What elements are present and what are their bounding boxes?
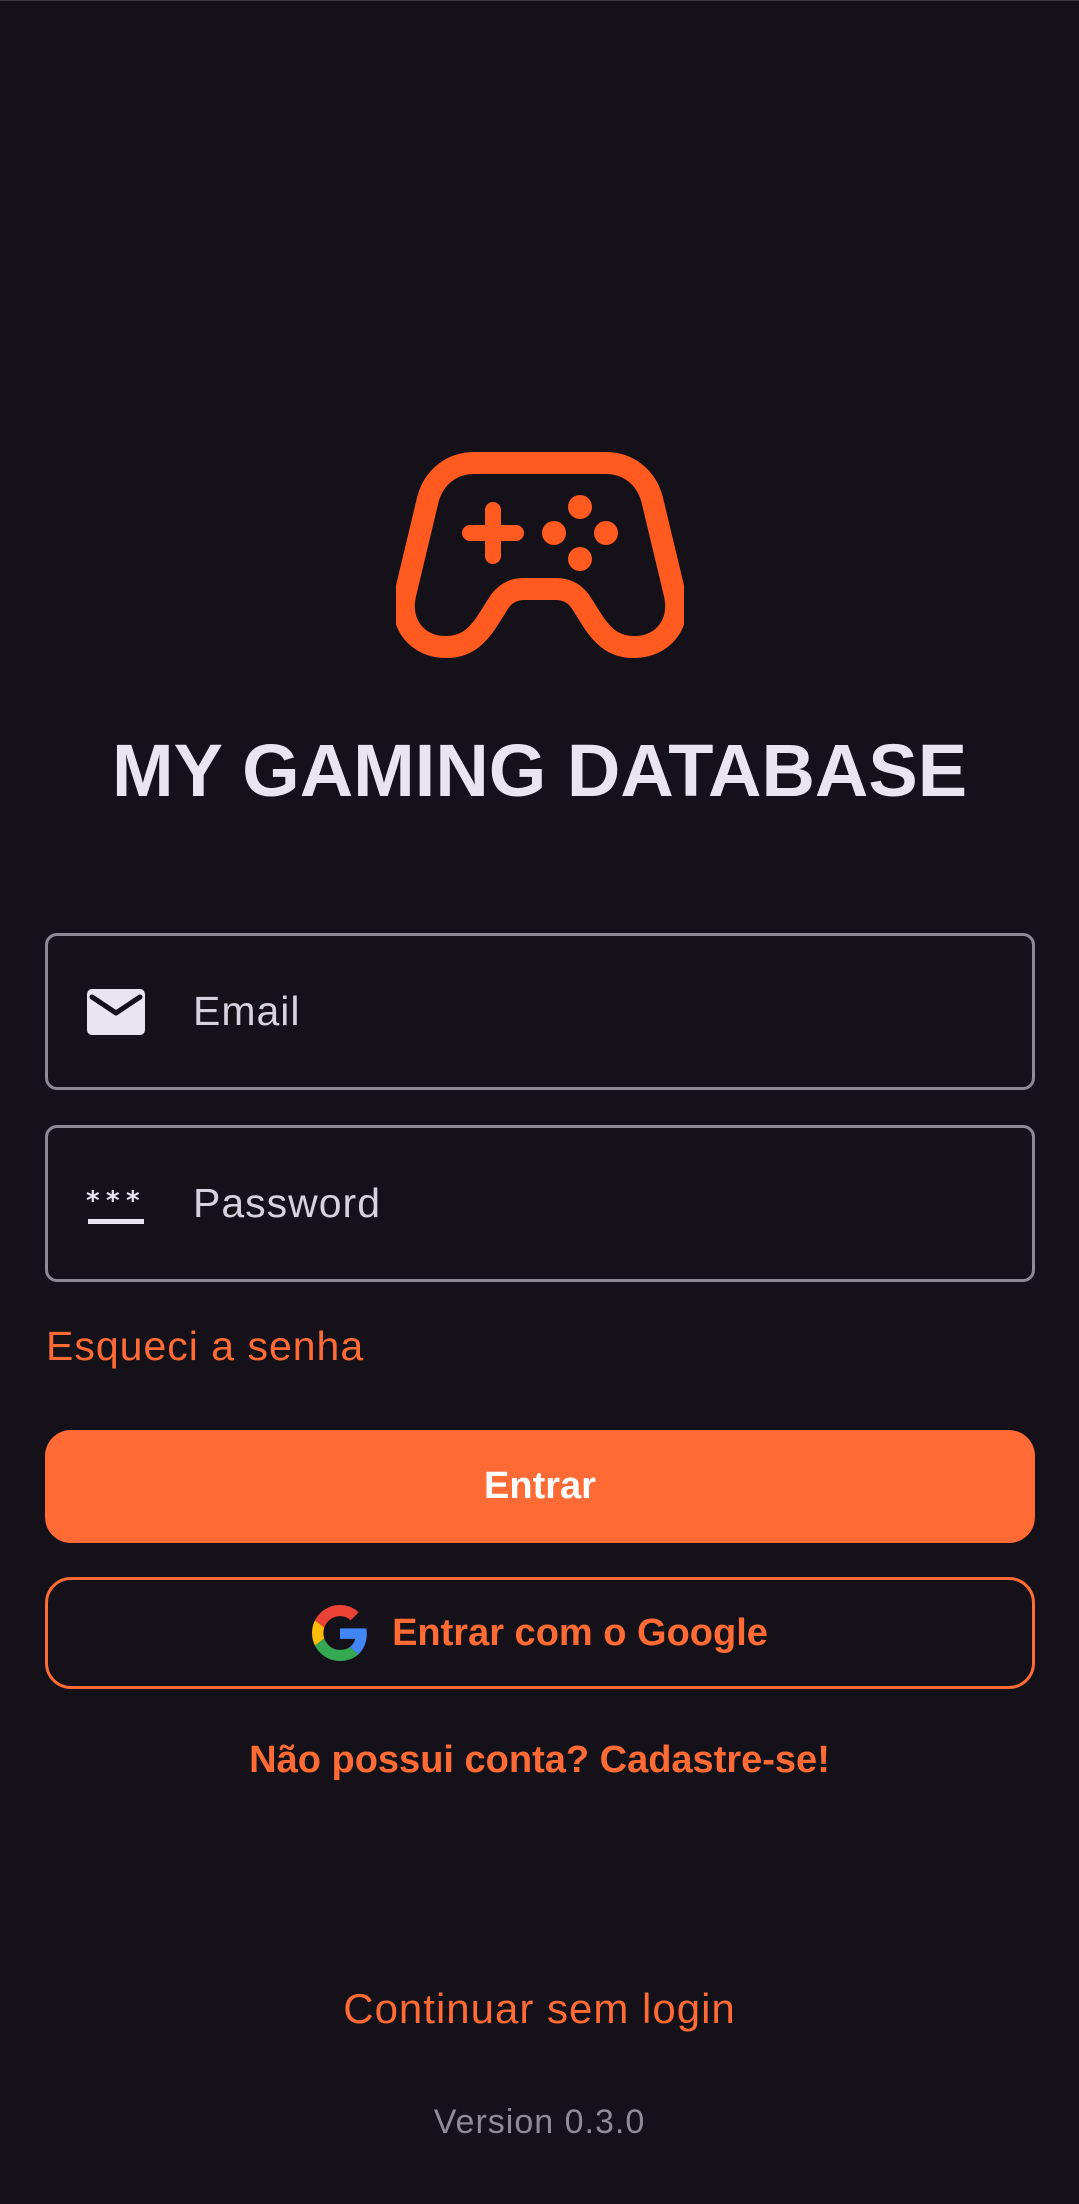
google-login-button[interactable]: Entrar com o Google (45, 1577, 1035, 1689)
version-label: Version 0.3.0 (433, 2103, 646, 2141)
svg-text:*: * (106, 1186, 120, 1216)
svg-text:*: * (86, 1186, 100, 1216)
forgot-password-link[interactable]: Esqueci a senha (46, 1323, 364, 1370)
login-screen: MY GAMING DATABASE * * * Esqueci a senha… (0, 0, 1079, 2204)
google-login-label: Entrar com o Google (392, 1611, 768, 1654)
password-input[interactable] (193, 1128, 1002, 1279)
app-title: MY GAMING DATABASE (111, 729, 968, 812)
login-button-label: Entrar (484, 1465, 596, 1507)
password-field[interactable]: * * * (45, 1125, 1035, 1282)
login-button[interactable]: Entrar (45, 1430, 1035, 1543)
google-icon (312, 1605, 367, 1661)
signup-link[interactable]: Não possui conta? Cadastre-se! (0, 1739, 1079, 1782)
svg-text:*: * (126, 1186, 140, 1216)
password-icon: * * * (86, 1179, 146, 1229)
email-icon (86, 987, 146, 1037)
email-input[interactable] (193, 936, 1002, 1087)
email-field[interactable] (45, 933, 1035, 1090)
gamepad-icon (396, 449, 684, 659)
continue-without-login-link[interactable]: Continuar sem login (0, 1985, 1079, 2033)
